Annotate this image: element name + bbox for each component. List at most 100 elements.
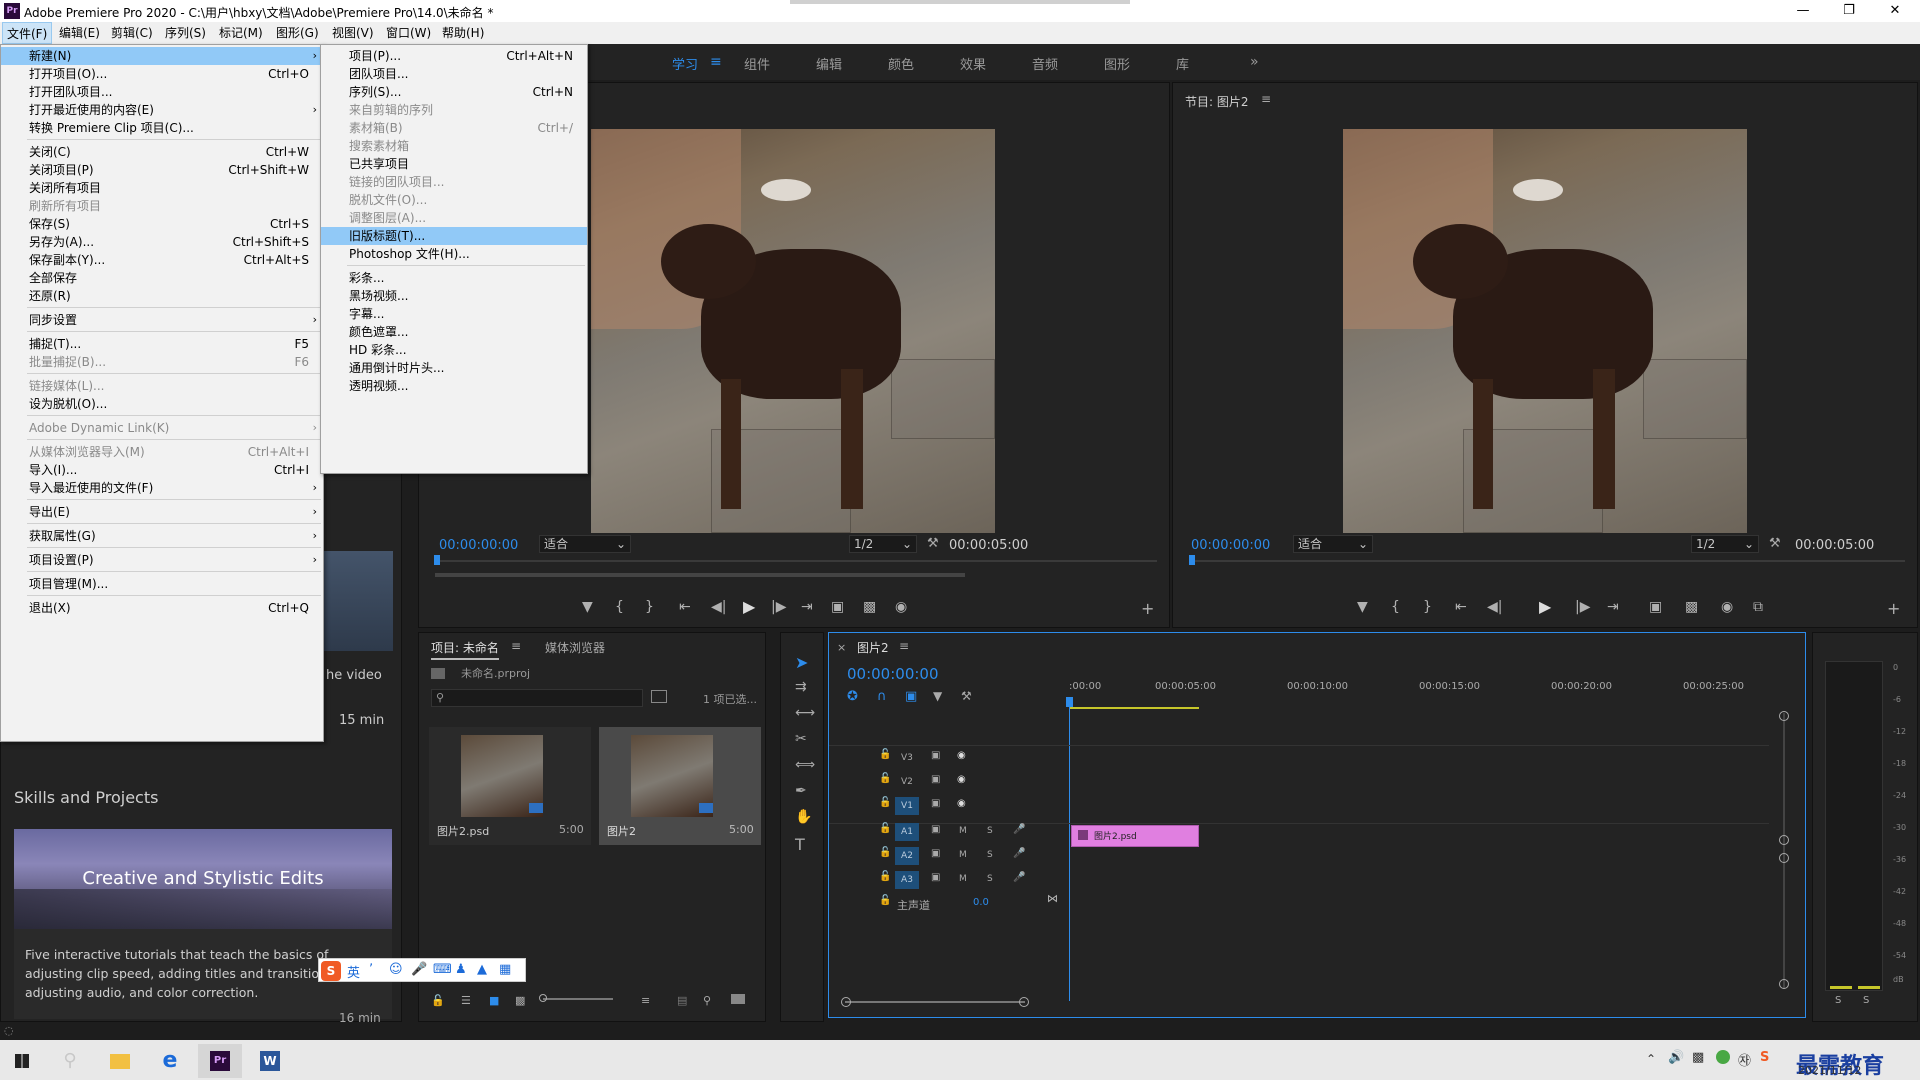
solo-left-button[interactable]: S bbox=[1835, 995, 1841, 1006]
new-submenu-item[interactable]: 通用倒计时片头... bbox=[321, 359, 587, 377]
volume-icon[interactable]: 🔊 bbox=[1668, 1050, 1684, 1065]
new-submenu-item[interactable]: 透明视频... bbox=[321, 377, 587, 395]
new-submenu-item[interactable]: 序列(S)... Ctrl+N bbox=[321, 83, 587, 101]
sync-lock-icon[interactable]: ▣ bbox=[931, 848, 940, 859]
tray-chevron-up-icon[interactable]: ⌃ bbox=[1646, 1052, 1656, 1066]
program-preview-image[interactable] bbox=[1343, 129, 1747, 533]
sync-lock-icon[interactable]: ▣ bbox=[931, 824, 940, 835]
source-resolution-select[interactable]: 1/2 ⌄ bbox=[849, 535, 917, 553]
new-submenu-item[interactable]: 素材箱(B) Ctrl+/ bbox=[321, 119, 587, 137]
track-lock-icon[interactable]: 🔓 bbox=[879, 823, 891, 834]
menu-window[interactable]: 窗口(W) bbox=[382, 22, 435, 44]
zoom-slider[interactable] bbox=[543, 998, 613, 1000]
track-lock-icon[interactable]: 🔓 bbox=[879, 847, 891, 858]
file-menu-item[interactable]: 项目管理(M)... bbox=[1, 575, 323, 593]
workspace-tab-assembly[interactable]: 组件 bbox=[744, 54, 770, 73]
slip-tool-icon[interactable]: ⟺ bbox=[795, 757, 815, 773]
file-menu-item[interactable]: 导出(E) › bbox=[1, 503, 323, 521]
file-menu-item[interactable]: 刷新所有项目 bbox=[1, 197, 323, 215]
mute-button[interactable]: M bbox=[959, 826, 967, 836]
scrollbar-handle[interactable] bbox=[1779, 979, 1789, 989]
work-area-bar[interactable] bbox=[1069, 707, 1199, 709]
source-preview-image[interactable] bbox=[591, 129, 995, 533]
track-label-a2[interactable]: A2 bbox=[895, 847, 919, 865]
type-tool-icon[interactable]: T bbox=[795, 835, 805, 854]
sync-lock-icon[interactable]: ▣ bbox=[931, 750, 940, 761]
timeline-horizontal-scrollbar[interactable] bbox=[845, 1001, 1025, 1003]
panel-menu-icon[interactable]: ≡ bbox=[899, 639, 909, 653]
new-bin-icon[interactable] bbox=[731, 994, 745, 1004]
track-label-v2[interactable]: V2 bbox=[901, 777, 913, 787]
lift-icon[interactable]: ▣ bbox=[1649, 599, 1662, 615]
file-menu-item[interactable]: 另存为(A)... Ctrl+Shift+S bbox=[1, 233, 323, 251]
menu-view[interactable]: 视图(V) bbox=[328, 22, 378, 44]
workspace-tab-audio[interactable]: 音频 bbox=[1032, 54, 1058, 73]
microphone-icon[interactable]: 🎤 bbox=[1013, 824, 1025, 835]
file-menu-item[interactable]: 批量捕捉(B)... F6 bbox=[1, 353, 323, 371]
compare-view-icon[interactable]: ⧉ bbox=[1753, 599, 1763, 615]
overwrite-icon[interactable]: ▩ bbox=[863, 599, 876, 615]
file-menu-item[interactable]: 还原(R) bbox=[1, 287, 323, 305]
zoom-slider-handle[interactable] bbox=[539, 994, 547, 1002]
source-timecode[interactable]: 00:00:00:00 bbox=[439, 538, 518, 553]
security-tray-icon[interactable] bbox=[1716, 1050, 1730, 1064]
file-menu-item[interactable]: 转换 Premiere Clip 项目(C)... bbox=[1, 119, 323, 137]
tab-project[interactable]: 项目: 未命名 bbox=[431, 639, 499, 660]
mark-in-icon[interactable]: { bbox=[1391, 599, 1400, 615]
voice-icon[interactable]: 🎤 bbox=[411, 962, 427, 977]
microphone-icon[interactable]: 🎤 bbox=[1013, 872, 1025, 883]
freeform-view-icon[interactable]: ▩ bbox=[515, 994, 525, 1007]
track-lock-icon[interactable]: 🔓 bbox=[879, 749, 891, 760]
new-submenu-item[interactable]: 颜色遮罩... bbox=[321, 323, 587, 341]
sync-lock-icon[interactable]: ▣ bbox=[931, 872, 940, 883]
menu-edit[interactable]: 编辑(E) bbox=[55, 22, 104, 44]
punctuation-icon[interactable]: ʼ bbox=[369, 962, 373, 977]
network-icon[interactable]: ▩ bbox=[1692, 1050, 1704, 1065]
master-volume-value[interactable]: 0.0 bbox=[973, 897, 989, 908]
workspace-tab-effects[interactable]: 效果 bbox=[960, 54, 986, 73]
razor-tool-icon[interactable]: ✂ bbox=[795, 731, 807, 747]
track-lock-icon[interactable]: 🔓 bbox=[879, 871, 891, 882]
workspace-menu-icon[interactable]: ≡ bbox=[710, 54, 722, 70]
play-icon[interactable]: ▶ bbox=[1539, 597, 1551, 616]
mute-button[interactable]: M bbox=[959, 874, 967, 884]
workspace-tab-graphics[interactable]: 图形 bbox=[1104, 54, 1130, 73]
timeline-timecode[interactable]: 00:00:00:00 bbox=[847, 665, 939, 683]
search-icon[interactable]: ⚲ bbox=[48, 1044, 92, 1078]
go-to-in-icon[interactable]: ⇤ bbox=[679, 599, 691, 615]
track-label-a1[interactable]: A1 bbox=[895, 823, 919, 841]
find-icon[interactable]: ⚲ bbox=[703, 994, 711, 1007]
file-menu-item[interactable]: 退出(X) Ctrl+Q bbox=[1, 599, 323, 617]
play-icon[interactable]: ▶ bbox=[743, 597, 755, 616]
step-back-icon[interactable]: ◀| bbox=[711, 599, 726, 615]
new-submenu-item[interactable]: 旧版标题(T)... bbox=[321, 227, 587, 245]
more-workspaces-icon[interactable]: » bbox=[1250, 54, 1259, 70]
eye-icon[interactable]: ◉ bbox=[957, 750, 966, 761]
file-menu-item[interactable]: 关闭(C) Ctrl+W bbox=[1, 143, 323, 161]
track-select-tool-icon[interactable]: ⇉ bbox=[795, 679, 807, 695]
file-menu-item[interactable]: 打开最近使用的内容(E) › bbox=[1, 101, 323, 119]
ripple-edit-tool-icon[interactable]: ⟷ bbox=[795, 705, 815, 721]
new-bin-icon[interactable] bbox=[651, 690, 667, 703]
ime-mode[interactable]: 英 bbox=[347, 962, 360, 981]
new-submenu-item[interactable]: 搜索素材箱 bbox=[321, 137, 587, 155]
project-item[interactable]: 图片2 5:00 bbox=[599, 727, 761, 845]
hand-tool-icon[interactable]: ✋ bbox=[795, 809, 812, 825]
track-label-v3[interactable]: V3 bbox=[901, 753, 913, 763]
menu-file[interactable]: 文件(F) bbox=[2, 22, 53, 44]
mark-in-icon[interactable]: { bbox=[615, 599, 624, 615]
scrollbar-handle[interactable] bbox=[841, 997, 851, 1007]
sync-lock-icon[interactable]: ▣ bbox=[931, 798, 940, 809]
title-drag-handle[interactable] bbox=[790, 0, 1130, 4]
step-back-icon[interactable]: ◀| bbox=[1487, 599, 1502, 615]
export-frame-icon[interactable]: ◉ bbox=[1721, 599, 1733, 615]
timeline-playhead[interactable] bbox=[1069, 701, 1070, 1001]
menu-sequence[interactable]: 序列(S) bbox=[161, 22, 210, 44]
scrollbar-handle[interactable] bbox=[1779, 853, 1789, 863]
mark-out-icon[interactable]: } bbox=[1423, 599, 1432, 615]
video-clip[interactable]: 图片2.psd bbox=[1071, 825, 1199, 847]
source-fit-select[interactable]: 适合 ⌄ bbox=[539, 535, 631, 553]
file-menu-item[interactable]: 打开项目(O)... Ctrl+O bbox=[1, 65, 323, 83]
step-forward-icon[interactable]: |▶ bbox=[1575, 599, 1590, 615]
premiere-taskbar-icon[interactable]: Pr bbox=[198, 1044, 242, 1078]
